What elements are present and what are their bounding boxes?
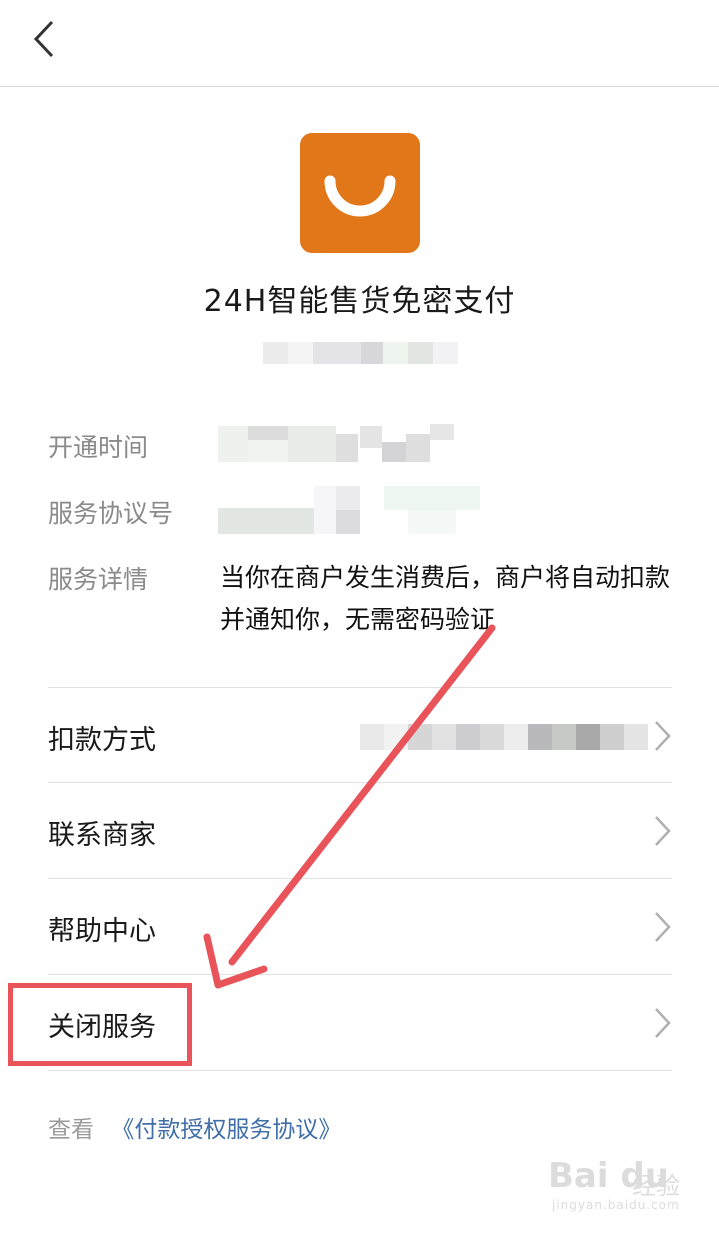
watermark-jingyan: 经验 bbox=[632, 1172, 680, 1200]
arrow-annotation bbox=[203, 624, 496, 989]
watermark-url: jingyan.baidu.com bbox=[552, 1198, 680, 1212]
baidu-watermark: Bai du 经验 jingyan.baidu.com bbox=[548, 1152, 698, 1222]
